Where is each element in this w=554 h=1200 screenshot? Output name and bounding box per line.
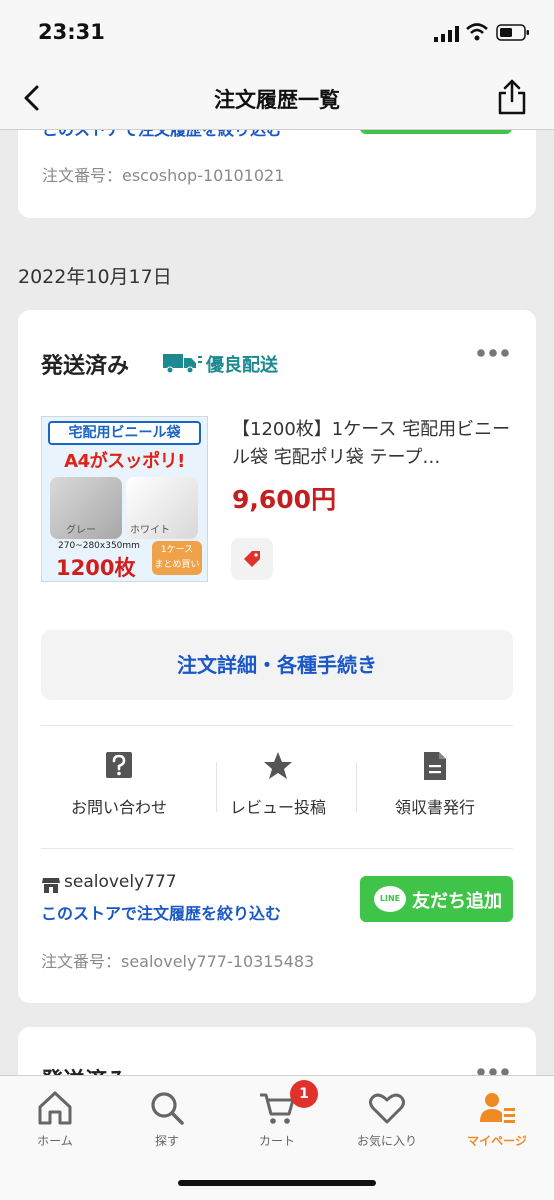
cart-count-badge: 1 — [290, 1080, 318, 1108]
cellular-signal-icon — [434, 26, 459, 42]
truck-icon — [163, 354, 202, 374]
premium-delivery-badge: 優良配送 — [206, 355, 278, 376]
tab-favorites[interactable]: お気に入り — [342, 1088, 432, 1149]
thumb-grey-label: グレー — [66, 525, 96, 536]
thumb-subtitle: A4がスッポリ! — [64, 451, 185, 472]
inquiry-button[interactable]: お問い合わせ — [40, 750, 198, 820]
tab-home-label: ホーム — [37, 1134, 73, 1148]
navigation-bar: 注文履歴一覧 — [0, 66, 554, 130]
product-name[interactable]: 【1200枚】1ケース 宅配用ビニール袋 宅配ポリ袋 テープ… — [232, 416, 516, 472]
tab-search-label: 探す — [154, 1134, 179, 1148]
product-price: 9,600円 — [232, 485, 337, 514]
coupon-tag-button[interactable] — [231, 538, 273, 580]
order-detail-button[interactable]: 注文詳細・各種手続き — [41, 630, 513, 700]
home-icon — [38, 1091, 72, 1125]
thumb-badge-line1: 1ケース — [160, 545, 194, 555]
divider — [41, 848, 513, 849]
thumb-white-label: ホワイト — [130, 525, 170, 536]
shipping-status: 発送済み — [41, 354, 130, 379]
thumb-size: 270~280x350mm — [58, 541, 140, 551]
review-label: レビュー投稿 — [229, 798, 326, 817]
tag-icon — [244, 551, 260, 567]
inquiry-label: お問い合わせ — [70, 798, 167, 817]
receipt-label: 領収書発行 — [394, 798, 475, 817]
status-bar: 23:31 — [0, 0, 554, 66]
product-thumbnail[interactable]: 宅配用ビニール袋 A4がスッポリ! グレー ホワイト 270~280x350mm… — [41, 416, 208, 582]
document-icon — [424, 752, 446, 780]
home-indicator — [178, 1180, 376, 1186]
tab-cart-label: カート — [258, 1134, 295, 1148]
thumb-title: 宅配用ビニール袋 — [48, 421, 201, 445]
review-button[interactable]: レビュー投稿 — [199, 750, 357, 820]
tab-home[interactable]: ホーム — [10, 1088, 100, 1149]
thumb-badge: 1ケース まとめ買い — [152, 541, 202, 575]
divider — [41, 725, 513, 726]
battery-icon — [496, 24, 529, 41]
wifi-icon — [466, 23, 488, 41]
share-icon[interactable] — [496, 78, 528, 116]
receipt-button[interactable]: 領収書発行 — [356, 750, 514, 820]
search-icon — [151, 1092, 184, 1125]
thumb-badge-line2: まとめ買い — [154, 560, 200, 570]
store-name[interactable]: sealovely777 — [64, 872, 177, 892]
order-number: 注文番号：sealovely777-10315483 — [41, 952, 315, 971]
mypage-icon — [480, 1093, 515, 1123]
line-friend-label: 友だち追加 — [412, 891, 502, 912]
line-logo-icon: LINE — [374, 886, 406, 912]
thumb-count: 1200枚 — [56, 556, 136, 580]
tab-favorites-label: お気に入り — [356, 1134, 417, 1148]
heart-icon — [369, 1093, 405, 1124]
star-icon — [264, 752, 292, 779]
question-icon — [106, 752, 132, 778]
status-time: 23:31 — [38, 20, 105, 44]
order-number: 注文番号：escoshop-10101021 — [42, 166, 285, 185]
order-card: 発送済み 優良配送 宅配用ビニール袋 A4がスッポリ! グレー ホワイト 270… — [18, 310, 536, 1003]
line-friend-button[interactable]: LINE 友だち追加 — [360, 876, 513, 922]
store-icon — [42, 878, 60, 893]
more-options-icon[interactable] — [476, 348, 510, 358]
tab-search[interactable]: 探す — [122, 1088, 212, 1149]
tab-mypage-label: マイページ — [467, 1134, 527, 1148]
page-title: 注文履歴一覧 — [214, 88, 340, 112]
store-filter-link[interactable]: このストアで注文履歴を絞り込む — [41, 900, 281, 924]
tab-mypage[interactable]: マイページ — [452, 1088, 542, 1149]
date-header: 2022年10月17日 — [18, 266, 172, 288]
